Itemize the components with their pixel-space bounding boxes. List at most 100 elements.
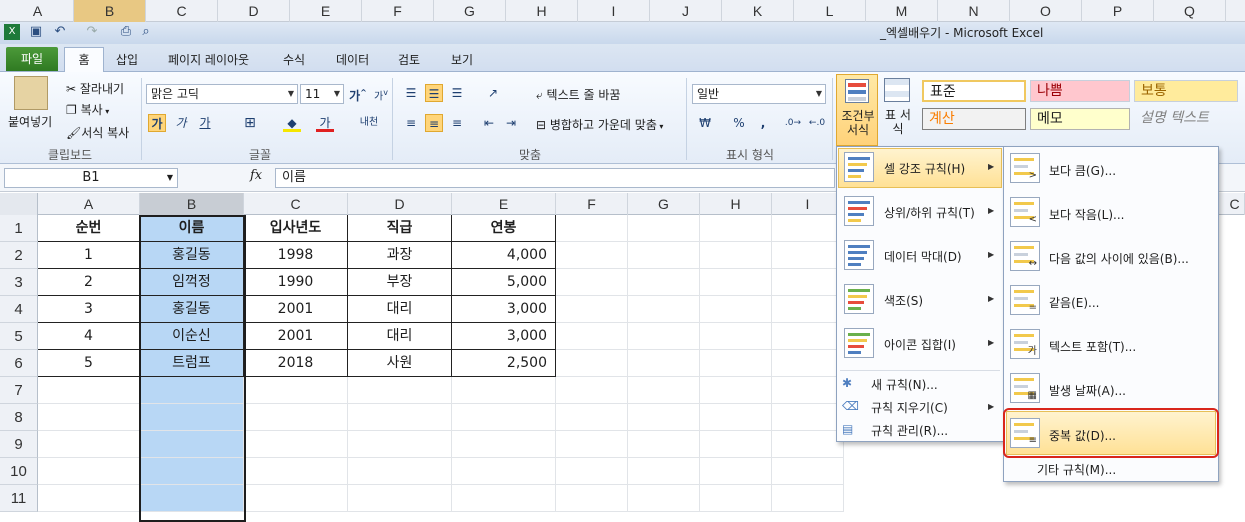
cell-D7[interactable]: [348, 377, 452, 404]
greater-than-item[interactable]: 보다 큼(G)...: [1049, 162, 1116, 179]
cell-G10[interactable]: [628, 458, 700, 485]
insert-function-button[interactable]: fx: [250, 168, 262, 183]
wrap-text-button[interactable]: ⤶ 텍스트 줄 바꿈: [536, 86, 620, 103]
cell-F9[interactable]: [556, 431, 628, 458]
cell-B2[interactable]: 홍길동: [140, 242, 244, 269]
align-middle-icon[interactable]: ☰: [425, 84, 443, 102]
cell-F5[interactable]: [556, 323, 628, 350]
color-scales-item[interactable]: 색조(S): [884, 292, 923, 309]
cut-button[interactable]: ✂ 잘라내기: [66, 80, 124, 97]
format-painter-button[interactable]: 🖌서식 복사: [66, 124, 129, 141]
cell-H7[interactable]: [700, 377, 772, 404]
cell-D6[interactable]: 사원: [348, 350, 452, 377]
cell-G11[interactable]: [628, 485, 700, 512]
cell-G4[interactable]: [628, 296, 700, 323]
cell-E5[interactable]: 3,000: [452, 323, 556, 350]
number-format-combo[interactable]: 일반 ▼: [692, 84, 826, 104]
cell-E9[interactable]: [452, 431, 556, 458]
cell-B5[interactable]: 이순신: [140, 323, 244, 350]
row-header-2[interactable]: 2: [0, 242, 38, 269]
col-header-I[interactable]: I: [772, 193, 844, 215]
style-normal[interactable]: 표준: [922, 80, 1026, 102]
cell-A1[interactable]: 순번: [38, 215, 140, 242]
cell-E1[interactable]: 연봉: [452, 215, 556, 242]
fill-color-icon[interactable]: ◆: [283, 114, 301, 132]
comma-button[interactable]: ,: [754, 114, 772, 132]
format-as-table-button[interactable]: 표 서식: [882, 76, 914, 146]
select-all-corner[interactable]: [0, 193, 38, 215]
row-header-6[interactable]: 6: [0, 350, 38, 377]
phonetic-button[interactable]: 내천: [358, 114, 380, 132]
currency-icon[interactable]: ₩: [696, 114, 714, 132]
conditional-format-button[interactable]: 조건부 서식: [836, 74, 878, 146]
paste-icon[interactable]: [14, 76, 48, 110]
cell-A3[interactable]: 2: [38, 269, 140, 296]
cell-G8[interactable]: [628, 404, 700, 431]
cell-G5[interactable]: [628, 323, 700, 350]
cell-H2[interactable]: [700, 242, 772, 269]
cell-C4[interactable]: 2001: [244, 296, 348, 323]
style-bad[interactable]: 나쁨: [1030, 80, 1130, 102]
cell-I5[interactable]: [772, 323, 844, 350]
tab-data[interactable]: 데이터: [328, 49, 377, 71]
cell-D8[interactable]: [348, 404, 452, 431]
row-header-3[interactable]: 3: [0, 269, 38, 296]
cell-A8[interactable]: [38, 404, 140, 431]
col-header-B[interactable]: B: [140, 193, 244, 215]
tab-file[interactable]: 파일: [6, 47, 58, 71]
col-header-A[interactable]: A: [38, 193, 140, 215]
cell-H3[interactable]: [700, 269, 772, 296]
cell-I7[interactable]: [772, 377, 844, 404]
row-header-8[interactable]: 8: [0, 404, 38, 431]
cell-F2[interactable]: [556, 242, 628, 269]
cell-D4[interactable]: 대리: [348, 296, 452, 323]
redo-icon[interactable]: ↷: [84, 24, 100, 40]
cell-F4[interactable]: [556, 296, 628, 323]
cell-I2[interactable]: [772, 242, 844, 269]
style-neutral[interactable]: 보통: [1134, 80, 1238, 102]
cell-E10[interactable]: [452, 458, 556, 485]
decrease-indent-icon[interactable]: ⇤: [480, 114, 498, 132]
new-rule-item[interactable]: 새 규칙(N)...: [871, 376, 938, 393]
borders-icon[interactable]: ⊞: [241, 114, 259, 132]
cell-B1[interactable]: 이름: [140, 215, 244, 242]
icon-sets-item[interactable]: 아이콘 집합(I): [884, 336, 956, 353]
cell-C11[interactable]: [244, 485, 348, 512]
cell-F7[interactable]: [556, 377, 628, 404]
save-icon[interactable]: ▣: [28, 24, 44, 40]
cell-H1[interactable]: [700, 215, 772, 242]
col-header-partial[interactable]: C: [1225, 193, 1245, 215]
underline-button[interactable]: 가: [196, 114, 214, 132]
cell-C9[interactable]: [244, 431, 348, 458]
increase-indent-icon[interactable]: ⇥: [502, 114, 520, 132]
undo-icon[interactable]: ↶: [52, 24, 68, 40]
cell-E7[interactable]: [452, 377, 556, 404]
row-header-7[interactable]: 7: [0, 377, 38, 404]
cell-I8[interactable]: [772, 404, 844, 431]
duplicate-values-item[interactable]: 중복 값(D)...: [1049, 427, 1116, 444]
row-header-5[interactable]: 5: [0, 323, 38, 350]
less-than-item[interactable]: 보다 작음(L)...: [1049, 206, 1124, 223]
cell-E2[interactable]: 4,000: [452, 242, 556, 269]
cell-F11[interactable]: [556, 485, 628, 512]
cell-E11[interactable]: [452, 485, 556, 512]
tab-view[interactable]: 보기: [443, 49, 481, 71]
cell-A5[interactable]: 4: [38, 323, 140, 350]
col-header-F[interactable]: F: [556, 193, 628, 215]
date-occurring-item[interactable]: 발생 날짜(A)...: [1049, 382, 1126, 399]
print-preview-icon[interactable]: ⌕: [138, 24, 154, 40]
highlight-cells-rules-item[interactable]: 셀 강조 규칙(H): [884, 160, 965, 177]
data-bars-item[interactable]: 데이터 막대(D): [884, 248, 962, 265]
cell-C6[interactable]: 2018: [244, 350, 348, 377]
font-name-combo[interactable]: 맑은 고딕 ▼: [146, 84, 298, 104]
top-bottom-rules-item[interactable]: 상위/하위 규칙(T): [884, 204, 975, 221]
cell-I1[interactable]: [772, 215, 844, 242]
font-size-combo[interactable]: 11 ▼: [300, 84, 344, 104]
tab-review[interactable]: 검토: [390, 49, 428, 71]
row-header-4[interactable]: 4: [0, 296, 38, 323]
col-header-G[interactable]: G: [628, 193, 700, 215]
row-header-1[interactable]: 1: [0, 215, 38, 242]
cell-B8[interactable]: [140, 404, 244, 431]
tab-formulas[interactable]: 수식: [275, 49, 313, 71]
cell-A10[interactable]: [38, 458, 140, 485]
